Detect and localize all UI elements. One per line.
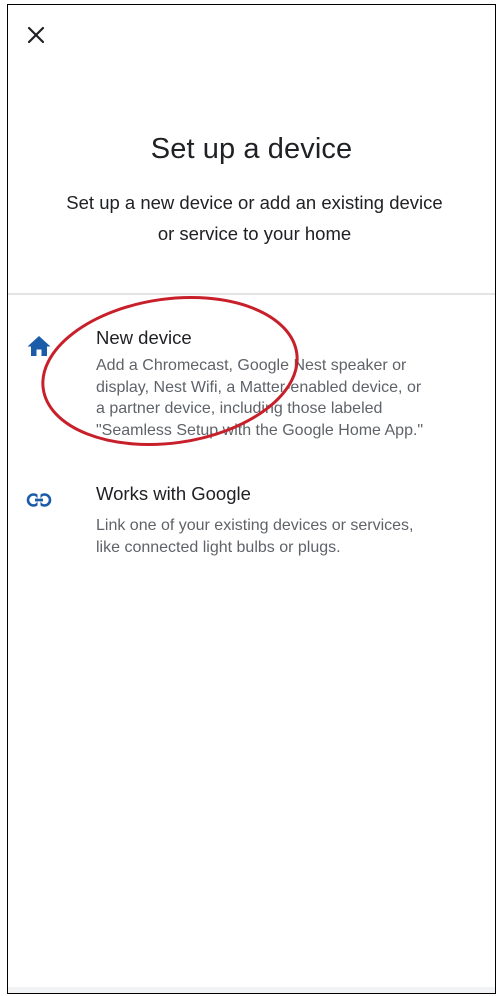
close-icon	[27, 26, 45, 44]
option-works-with-google[interactable]: Works with Google Link one of your exist…	[8, 479, 495, 569]
option-description: Add a Chromecast, Google Nest speaker or…	[96, 355, 485, 441]
option-title: New device	[96, 327, 192, 348]
subtitle-line-2: or service to your home	[157, 223, 352, 244]
option-description: Link one of your existing devices or ser…	[96, 515, 485, 558]
subtitle-line-1: Set up a new device or add an existing d…	[66, 192, 443, 213]
option-description-line: display, Nest Wifi, a Matter-enabled dev…	[96, 378, 422, 396]
page-title: Set up a device	[150, 133, 353, 165]
option-description-line: Add a Chromecast, Google Nest speaker or	[96, 357, 407, 374]
option-new-device[interactable]: New device Add a Chromecast, Google Nest…	[8, 323, 495, 453]
option-description-line: like connected light bulbs or plugs.	[96, 538, 341, 556]
option-description-line: a partner device, including those labele…	[96, 400, 383, 417]
page-subtitle: Set up a new device or add an existing d…	[28, 187, 481, 249]
setup-screen: Set up a device Set up a new device or a…	[7, 4, 496, 994]
section-divider	[8, 293, 495, 295]
option-description-line: "Seamless Setup with the Google Home App…	[96, 421, 424, 439]
link-icon	[22, 483, 56, 517]
option-title: Works with Google	[96, 483, 251, 504]
bottom-bar	[8, 987, 495, 993]
home-icon	[22, 329, 56, 363]
option-description-line: Link one of your existing devices or ser…	[96, 517, 414, 534]
close-button[interactable]	[22, 21, 50, 49]
